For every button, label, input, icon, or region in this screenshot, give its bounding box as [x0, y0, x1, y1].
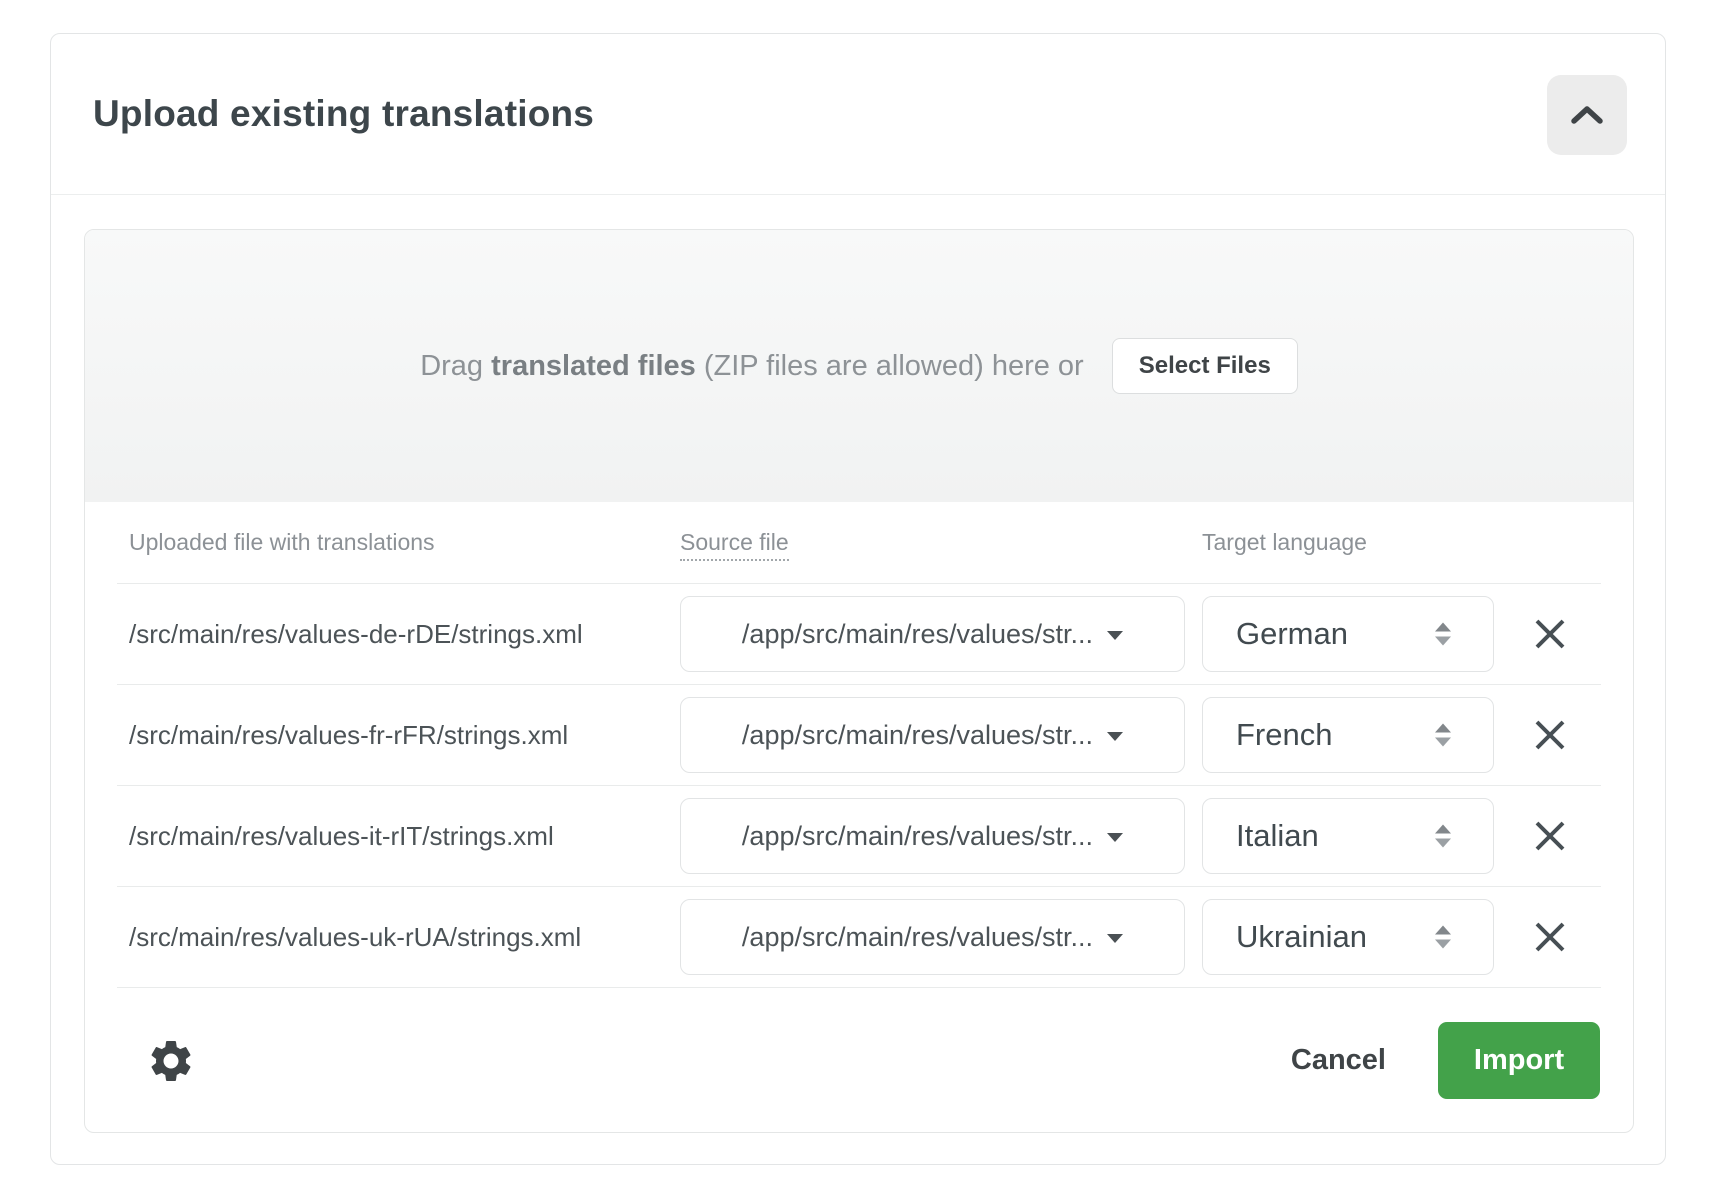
- chevron-up-icon: [1570, 105, 1604, 125]
- select-files-button[interactable]: Select Files: [1112, 338, 1298, 394]
- x-icon: [1530, 743, 1570, 758]
- up-down-arrows-icon: [1435, 926, 1451, 949]
- up-down-arrows-icon: [1435, 623, 1451, 646]
- up-down-arrows-icon: [1435, 724, 1451, 747]
- caret-down-icon: [1107, 833, 1123, 842]
- uploaded-files-table: Uploaded file with translations Source f…: [85, 502, 1633, 988]
- uploaded-file-path: /src/main/res/values-fr-rFR/strings.xml: [117, 720, 668, 751]
- target-language-value: French: [1236, 717, 1332, 753]
- uploaded-file-path: /src/main/res/values-uk-rUA/strings.xml: [117, 922, 668, 953]
- x-icon: [1530, 844, 1570, 859]
- target-language-select[interactable]: Ukrainian: [1202, 899, 1494, 975]
- page-title: Upload existing translations: [93, 93, 594, 135]
- collapse-button[interactable]: [1547, 75, 1627, 155]
- source-file-dropdown[interactable]: /app/src/main/res/values/str...: [680, 697, 1185, 773]
- caret-down-icon: [1107, 631, 1123, 640]
- dialog-footer: Cancel Import: [85, 988, 1633, 1133]
- up-down-arrows-icon: [1435, 825, 1451, 848]
- target-language-value: Ukrainian: [1236, 919, 1367, 955]
- caret-down-icon: [1107, 934, 1123, 943]
- source-file-value: /app/src/main/res/values/str...: [742, 821, 1093, 852]
- column-header-target-language: Target language: [1190, 529, 1499, 556]
- target-language-value: German: [1236, 616, 1348, 652]
- upload-panel: Drag translated files (ZIP files are all…: [84, 229, 1634, 1133]
- source-file-dropdown[interactable]: /app/src/main/res/values/str...: [680, 596, 1185, 672]
- target-language-select[interactable]: French: [1202, 697, 1494, 773]
- upload-translations-dialog: Upload existing translations Drag transl…: [50, 33, 1666, 1165]
- target-language-select[interactable]: Italian: [1202, 798, 1494, 874]
- source-file-help-label[interactable]: Source file: [680, 529, 789, 561]
- file-dropzone[interactable]: Drag translated files (ZIP files are all…: [85, 230, 1633, 502]
- remove-file-button[interactable]: [1524, 608, 1576, 660]
- table-row: /src/main/res/values-fr-rFR/strings.xml …: [117, 685, 1601, 786]
- uploaded-file-path: /src/main/res/values-it-rIT/strings.xml: [117, 821, 668, 852]
- source-file-value: /app/src/main/res/values/str...: [742, 720, 1093, 751]
- table-row: /src/main/res/values-uk-rUA/strings.xml …: [117, 887, 1601, 988]
- gear-icon: [146, 1074, 196, 1089]
- x-icon: [1530, 642, 1570, 657]
- x-icon: [1530, 945, 1570, 960]
- table-row: /src/main/res/values-de-rDE/strings.xml …: [117, 584, 1601, 685]
- source-file-value: /app/src/main/res/values/str...: [742, 922, 1093, 953]
- column-header-source-file: Source file: [668, 529, 1190, 556]
- source-file-dropdown[interactable]: /app/src/main/res/values/str...: [680, 798, 1185, 874]
- uploaded-file-path: /src/main/res/values-de-rDE/strings.xml: [117, 619, 668, 650]
- dialog-header: Upload existing translations: [51, 34, 1665, 195]
- column-header-uploaded-file: Uploaded file with translations: [117, 529, 668, 556]
- caret-down-icon: [1107, 732, 1123, 741]
- settings-button[interactable]: [142, 1032, 200, 1090]
- remove-file-button[interactable]: [1524, 810, 1576, 862]
- cancel-button[interactable]: Cancel: [1285, 1034, 1392, 1087]
- table-row: /src/main/res/values-it-rIT/strings.xml …: [117, 786, 1601, 887]
- remove-file-button[interactable]: [1524, 911, 1576, 963]
- target-language-value: Italian: [1236, 818, 1319, 854]
- source-file-value: /app/src/main/res/values/str...: [742, 619, 1093, 650]
- dropzone-instructions: Drag translated files (ZIP files are all…: [420, 350, 1084, 383]
- import-button[interactable]: Import: [1438, 1022, 1600, 1099]
- table-header-row: Uploaded file with translations Source f…: [117, 502, 1601, 584]
- remove-file-button[interactable]: [1524, 709, 1576, 761]
- target-language-select[interactable]: German: [1202, 596, 1494, 672]
- source-file-dropdown[interactable]: /app/src/main/res/values/str...: [680, 899, 1185, 975]
